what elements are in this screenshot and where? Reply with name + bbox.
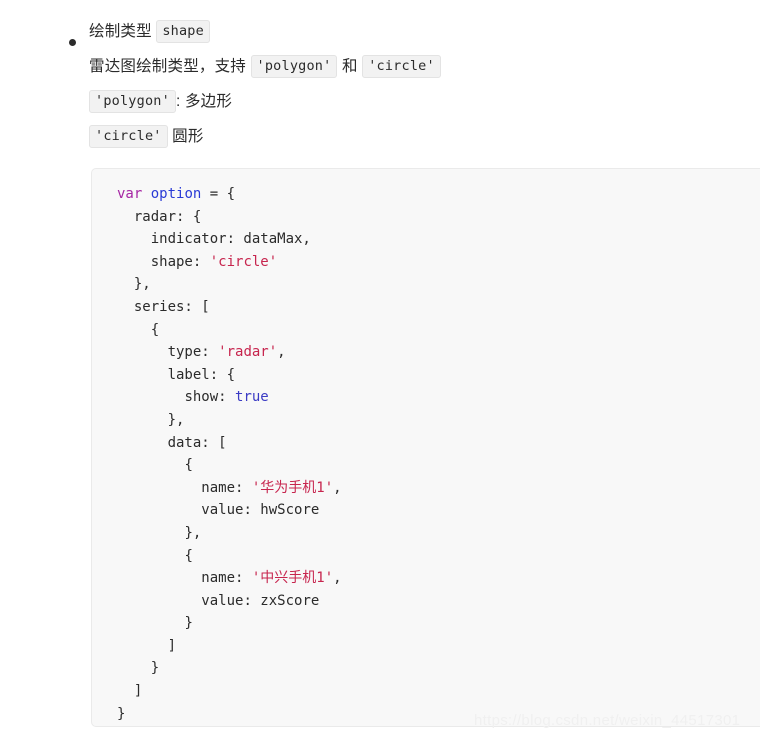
code-token-str: 'radar'	[218, 344, 278, 361]
code-token-str: '中兴手机1'	[251, 570, 334, 587]
code-token-plain: },	[133, 276, 151, 293]
code-token-plain: ,	[277, 344, 286, 361]
code-token-plain: }	[184, 615, 193, 632]
code-line: label: {	[92, 364, 760, 387]
code-content[interactable]: var option = { radar: { indicator: dataM…	[92, 169, 760, 725]
code-token-bool: true	[235, 389, 269, 406]
code-line: {	[92, 545, 760, 568]
code-token-plain: }	[150, 660, 160, 677]
code-token-plain: value: hwScore	[201, 502, 320, 519]
code-line: name: '中兴手机1',	[92, 567, 760, 590]
doc-bullet-list: 绘制类型 shape 雷达图绘制类型，支持 'polygon' 和 'circl…	[0, 0, 760, 154]
code-token-var: option	[150, 186, 202, 202]
code-line: shape: 'circle'	[92, 251, 760, 274]
code-token-plain: ]	[167, 637, 177, 654]
doc-text: 雷达图绘制类型，支持	[89, 58, 251, 75]
code-line: var option = {	[92, 183, 760, 206]
code-token-plain: }	[117, 705, 126, 722]
code-token-plain: name:	[201, 479, 252, 496]
doc-text: 和	[337, 58, 363, 75]
inline-code-circle: 'circle'	[362, 55, 441, 78]
inline-code-circle-def: 'circle'	[89, 125, 168, 148]
code-line: name: '华为手机1',	[92, 477, 760, 500]
code-line: ]	[92, 680, 760, 703]
code-line: type: 'radar',	[92, 341, 760, 364]
code-token-plain: ,	[333, 479, 342, 496]
inline-code-polygon-def: 'polygon'	[89, 90, 176, 113]
code-token-plain: {	[184, 547, 193, 564]
code-token-plain: show:	[184, 389, 236, 406]
doc-text: 圆形	[167, 128, 204, 145]
code-token-plain: value: zxScore	[201, 592, 320, 609]
code-line: indicator: dataMax,	[92, 228, 760, 251]
code-line: show: true	[92, 386, 760, 409]
code-line: },	[92, 522, 760, 545]
code-token-kw: var	[117, 186, 143, 202]
code-line: }	[92, 657, 760, 680]
inline-code-shape: shape	[156, 20, 210, 43]
code-token-plain: label: {	[167, 366, 236, 383]
code-line: radar: {	[92, 206, 760, 229]
bullet-dot-icon	[69, 39, 76, 46]
code-token-plain: {	[150, 321, 160, 338]
code-line: ]	[92, 635, 760, 658]
code-line: },	[92, 409, 760, 432]
doc-line-title: 绘制类型 shape	[89, 14, 760, 49]
code-line: value: zxScore	[92, 590, 760, 613]
list-item: 绘制类型 shape 雷达图绘制类型，支持 'polygon' 和 'circl…	[0, 14, 760, 154]
code-token-plain: {	[184, 457, 193, 474]
code-line: {	[92, 319, 760, 342]
code-line: },	[92, 273, 760, 296]
doc-line-description: 雷达图绘制类型，支持 'polygon' 和 'circle'	[89, 49, 760, 84]
code-token-plain: shape:	[150, 253, 210, 270]
code-token-plain: },	[167, 411, 185, 428]
code-token-plain: radar: {	[133, 208, 202, 225]
code-token-str: '华为手机1'	[251, 479, 334, 496]
code-token-plain: type:	[167, 344, 219, 361]
code-token-plain: = {	[201, 186, 236, 202]
doc-text: : 多边形	[175, 93, 233, 110]
code-line: series: [	[92, 296, 760, 319]
code-token-plain: ,	[333, 570, 342, 587]
code-line: }	[92, 612, 760, 635]
code-token-plain: data: [	[167, 434, 227, 451]
doc-line-polygon: 'polygon': 多边形	[89, 84, 760, 119]
code-line: value: hwScore	[92, 499, 760, 522]
inline-code-polygon: 'polygon'	[250, 55, 338, 78]
code-line: data: [	[92, 432, 760, 455]
code-line: {	[92, 454, 760, 477]
code-token-plain: name:	[201, 570, 252, 587]
code-token-str: 'circle'	[209, 253, 278, 270]
code-block[interactable]: var option = { radar: { indicator: dataM…	[91, 168, 760, 727]
code-token-plain: ]	[133, 683, 143, 700]
code-token-plain: },	[184, 524, 202, 541]
doc-text: 绘制类型	[89, 23, 157, 40]
code-line: }	[92, 703, 760, 726]
code-token-plain: series: [	[133, 298, 210, 315]
doc-line-circle: 'circle' 圆形	[89, 119, 760, 154]
code-token-plain: indicator: dataMax,	[150, 231, 311, 248]
